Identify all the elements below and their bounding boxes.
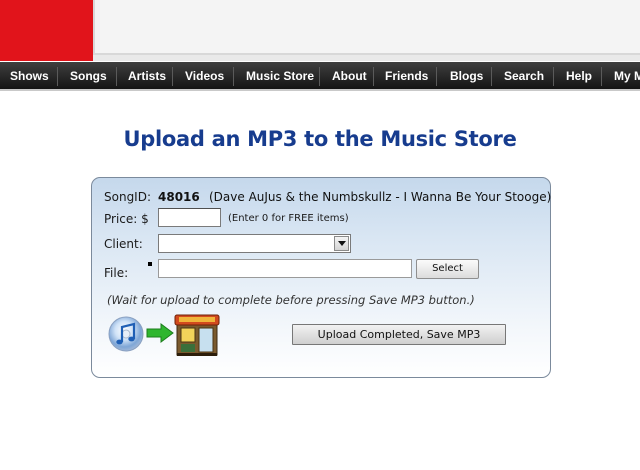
nav-separator [116,67,117,86]
select-file-button[interactable]: Select [416,259,479,279]
file-label: File: [104,266,129,280]
nav-item-songs[interactable]: Songs [70,62,107,89]
nav-separator [436,67,437,86]
price-hint: (Enter 0 for FREE items) [228,213,349,224]
songid-label: SongID: [104,190,152,204]
wait-note: (Wait for upload to complete before pres… [107,293,475,307]
nav-separator [601,67,602,86]
nav-separator [319,67,320,86]
nav-separator [553,67,554,86]
save-mp3-button[interactable]: Upload Completed, Save MP3 [292,324,506,345]
client-select[interactable] [158,234,351,253]
nav-item-music-store[interactable]: Music Store [246,62,314,89]
page-title: Upload an MP3 to the Music Store [123,127,517,151]
music-store-icon [174,314,220,356]
file-marker [148,262,152,266]
music-disc-icon [108,316,144,352]
ad-area-shadow [93,55,640,61]
nav-item-search[interactable]: Search [504,62,544,89]
nav-item-friends[interactable]: Friends [385,62,428,89]
file-path-input[interactable] [158,259,412,278]
nav-separator [233,67,234,86]
main-nav: Shows Songs Artists Videos Music Store A… [0,62,640,91]
song-name: (Dave AuJus & the Numbskullz - I Wanna B… [209,190,552,204]
nav-item-videos[interactable]: Videos [185,62,224,89]
ad-area [93,0,640,55]
price-label: Price: $ [104,212,149,226]
price-input[interactable] [158,208,221,227]
client-label: Client: [104,237,143,251]
nav-item-help[interactable]: Help [566,62,592,89]
green-arrow-icon [146,323,174,343]
chevron-down-icon [338,241,346,246]
nav-item-about[interactable]: About [332,62,367,89]
songid-value: 48016 [158,190,200,204]
nav-item-blogs[interactable]: Blogs [450,62,483,89]
nav-item-artists[interactable]: Artists [128,62,166,89]
nav-separator [57,67,58,86]
nav-item-my-music[interactable]: My M [614,62,640,89]
nav-item-shows[interactable]: Shows [10,62,49,89]
nav-separator [491,67,492,86]
nav-separator [373,67,374,86]
top-banner [0,0,640,61]
nav-separator [172,67,173,86]
client-dropdown-button[interactable] [334,236,349,251]
